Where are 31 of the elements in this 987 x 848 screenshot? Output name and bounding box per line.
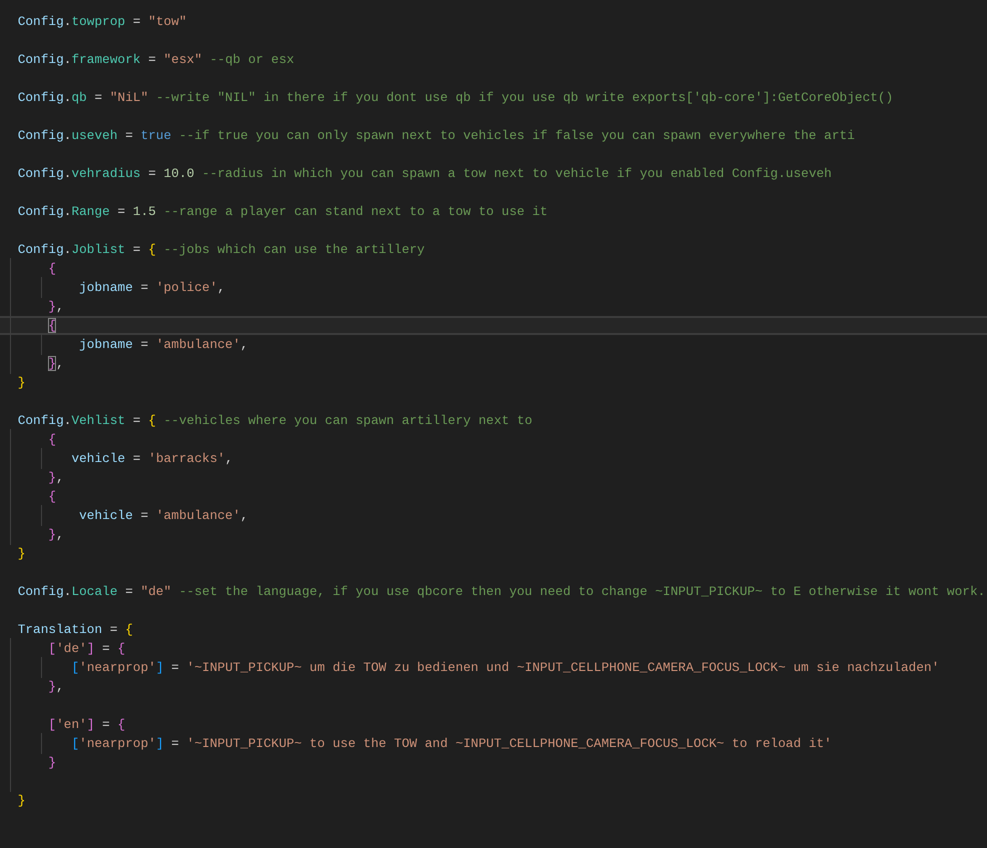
code-line: }, [48,299,64,314]
code-line: Config.Range = 1.5 --range a player can stand next to a tow to use it [18,204,548,219]
code-line: Translation = { [18,622,133,637]
code-line: jobname = 'ambulance', [79,337,248,352]
code-line: } [18,793,26,808]
code-line: vehicle = 'ambulance', [79,508,248,523]
code-line: } [18,546,26,561]
code-line: }, [48,527,64,542]
code-line: { [48,261,56,276]
code-line: { [48,318,56,333]
code-line: }, [48,679,64,694]
code-line: ['de'] = { [48,641,126,656]
code-line: }, [48,356,64,371]
code-line: Config.useveh = true --if true you can only spawn next to vehicles if false you can spawn everywhere the arti [18,128,855,143]
code-line: Config.Locale = "de" --set the language, if you use qbcore then you need to change ~INPUT_PICKUP~ to E otherwise it wont work. [18,584,986,599]
code-line: Config.towprop = "tow" [18,14,187,29]
code-line: Config.qb = "NiL" --write "NIL" in there if you dont use qb if you use qb write exports['qb-core']:GetCoreObject() [18,90,894,105]
code-line: }, [48,470,64,485]
code-line: ['nearprop'] = '~INPUT_PICKUP~ to use the TOW and ~INPUT_CELLPHONE_CAMERA_FOCUS_LOCK~ to reload it' [71,736,832,751]
code-line: jobname = 'police', [79,280,226,295]
code-line: Config.vehradius = 10.0 --radius in which you can spawn a tow next to vehicle if you enabled Config.useveh [18,166,832,181]
code-line: Config.Vehlist = { --vehicles where you can spawn artillery next to [18,413,532,428]
code-line: } [48,755,56,770]
code-line: ['en'] = { [48,717,126,732]
code-line: vehicle = 'barracks', [71,451,233,466]
code-line: Config.Joblist = { --jobs which can use the artillery [18,242,425,257]
code-line: { [48,432,56,447]
code-line: } [18,375,26,390]
code-line: Config.framework = "esx" --qb or esx [18,52,294,67]
code-line: { [48,489,56,504]
code-line: ['nearprop'] = '~INPUT_PICKUP~ um die TOW zu bedienen und ~INPUT_CELLPHONE_CAMERA_FOCUS_LOCK~ um sie nachzuladen' [71,660,940,675]
